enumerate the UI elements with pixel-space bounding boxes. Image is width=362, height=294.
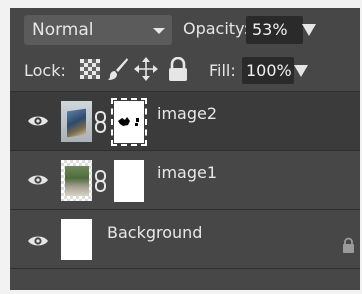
checkerboard-lock-icon[interactable] bbox=[80, 59, 100, 79]
layer-row-image2[interactable]: image2 bbox=[10, 91, 360, 150]
blend-mode-value: Normal bbox=[32, 20, 94, 40]
thumbnail-image bbox=[65, 166, 89, 196]
layer-thumbnail[interactable] bbox=[61, 219, 92, 260]
layer-mask-thumbnail[interactable] bbox=[111, 98, 147, 146]
fill-label: Fill: bbox=[209, 61, 236, 80]
mask-shape bbox=[118, 117, 139, 126]
window-frame: Normal Opacity: 53% Lock: Fill: 100% ima… bbox=[0, 0, 362, 294]
layer-name: image2 bbox=[157, 104, 218, 123]
layer-row-background[interactable]: Background bbox=[10, 209, 360, 269]
brush-icon[interactable] bbox=[107, 57, 129, 81]
move-arrows-icon[interactable] bbox=[134, 57, 158, 81]
thumbnail-image bbox=[67, 108, 86, 138]
link-chain-icon[interactable] bbox=[94, 170, 108, 192]
lock-label: Lock: bbox=[24, 61, 66, 80]
layer-controls: Normal Opacity: 53% Lock: Fill: 100% bbox=[10, 8, 360, 92]
link-chain-icon[interactable] bbox=[94, 111, 108, 133]
fill-value: 100% bbox=[246, 61, 292, 80]
opacity-dropdown-icon[interactable] bbox=[302, 24, 316, 36]
layer-row-image1[interactable]: image1 bbox=[10, 150, 360, 209]
fill-dropdown-icon[interactable] bbox=[294, 65, 308, 77]
blend-mode-select[interactable]: Normal bbox=[24, 15, 172, 45]
opacity-input[interactable]: 53% bbox=[246, 16, 303, 44]
opacity-value: 53% bbox=[252, 20, 288, 39]
eye-icon[interactable] bbox=[27, 173, 49, 187]
layer-thumbnail[interactable] bbox=[61, 160, 92, 201]
layer-list: image2 image1 Background bbox=[10, 91, 360, 290]
eye-icon[interactable] bbox=[27, 114, 49, 128]
padlock-icon[interactable] bbox=[168, 57, 188, 81]
layer-name: Background bbox=[107, 223, 203, 242]
padlock-icon bbox=[343, 237, 354, 253]
chevron-down-icon bbox=[153, 28, 165, 34]
layers-panel: Normal Opacity: 53% Lock: Fill: 100% ima… bbox=[10, 8, 360, 290]
opacity-label: Opacity: bbox=[183, 19, 249, 38]
eye-icon[interactable] bbox=[27, 234, 49, 248]
fill-input[interactable]: 100% bbox=[242, 57, 294, 84]
layer-mask-thumbnail[interactable] bbox=[114, 160, 144, 202]
layer-thumbnail[interactable] bbox=[61, 101, 92, 142]
layer-name: image1 bbox=[157, 163, 218, 182]
